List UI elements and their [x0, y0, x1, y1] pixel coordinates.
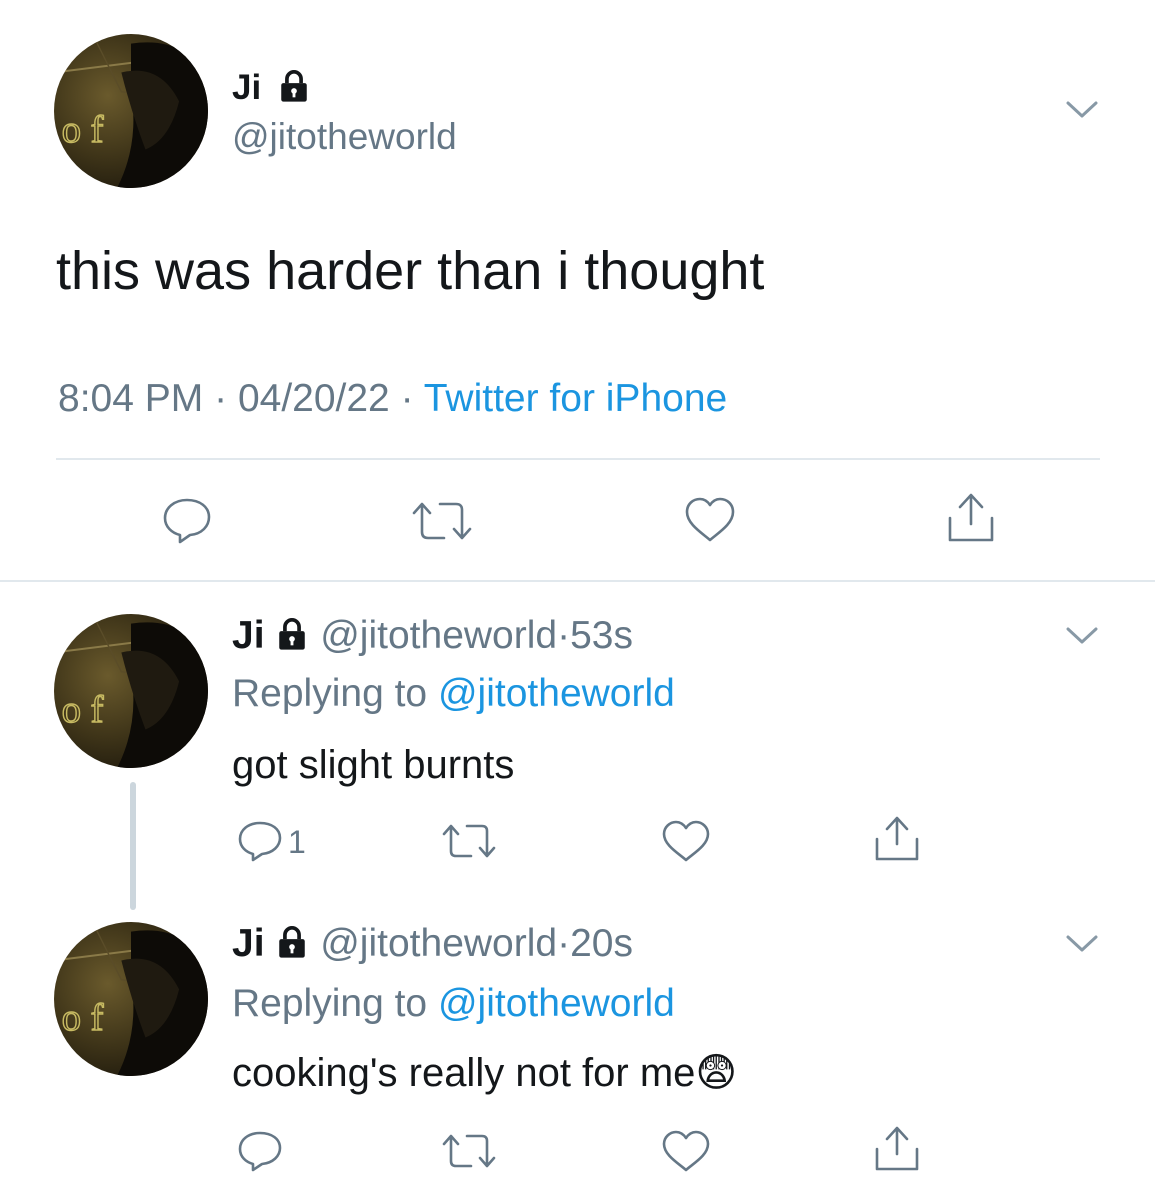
- reply-header: Ji @jitotheworld·53s: [232, 614, 633, 658]
- lock-icon: [275, 617, 309, 651]
- like-icon[interactable]: [682, 494, 738, 546]
- share-icon[interactable]: [944, 490, 998, 546]
- divider: [0, 580, 1155, 582]
- reply-text-body: cooking's really not for me: [232, 1051, 696, 1095]
- author-handle[interactable]: @jitotheworld: [320, 922, 557, 965]
- tweet-age[interactable]: 53s: [570, 614, 633, 657]
- author-name-row[interactable]: Ji: [232, 68, 311, 108]
- avatar[interactable]: [54, 614, 208, 768]
- avatar-image: [54, 922, 208, 1076]
- replying-to: Replying to @jitotheworld: [232, 672, 675, 716]
- reply-header: Ji @jitotheworld·20s: [232, 922, 633, 966]
- author-name[interactable]: Ji: [232, 68, 261, 107]
- lock-icon: [277, 69, 311, 103]
- tweet-date: 04/20/22: [237, 377, 390, 420]
- reply-icon[interactable]: [160, 494, 214, 546]
- meta-separator: ·: [214, 377, 228, 420]
- chevron-down-icon[interactable]: [1062, 930, 1102, 956]
- dot-separator: ·: [557, 922, 571, 965]
- reply-icon[interactable]: [236, 1128, 284, 1174]
- like-icon[interactable]: [660, 1128, 712, 1174]
- divider: [56, 458, 1100, 460]
- thread-line: [130, 782, 136, 910]
- replying-to-handle[interactable]: @jitotheworld: [438, 982, 675, 1025]
- avatar-image: [54, 614, 208, 768]
- meta-separator: ·: [400, 377, 414, 420]
- author-handle[interactable]: @jitotheworld: [232, 116, 457, 158]
- retweet-icon[interactable]: [410, 498, 474, 544]
- chevron-down-icon[interactable]: [1062, 96, 1102, 122]
- chevron-down-icon[interactable]: [1062, 622, 1102, 648]
- reply-icon[interactable]: [236, 818, 284, 864]
- author-name[interactable]: Ji: [232, 614, 265, 657]
- reply-text: cooking's really not for me😨: [232, 1050, 737, 1096]
- lock-icon: [275, 925, 309, 959]
- avatar[interactable]: [54, 34, 208, 188]
- replying-to: Replying to @jitotheworld: [232, 982, 675, 1026]
- reply-count: 1: [288, 824, 306, 860]
- avatar-image: [54, 34, 208, 188]
- like-icon[interactable]: [660, 818, 712, 864]
- dot-separator: ·: [557, 614, 571, 657]
- author-name[interactable]: Ji: [232, 922, 265, 965]
- tweet-meta: 8:04 PM · 04/20/22 · Twitter for iPhone: [58, 376, 727, 422]
- replying-to-label: Replying to: [232, 982, 428, 1025]
- share-icon[interactable]: [872, 1124, 922, 1174]
- retweet-icon[interactable]: [440, 1130, 498, 1172]
- retweet-icon[interactable]: [440, 820, 498, 862]
- tweet-time: 8:04 PM: [58, 377, 204, 420]
- tweet-source-link[interactable]: Twitter for iPhone: [424, 377, 727, 420]
- avatar[interactable]: [54, 922, 208, 1076]
- replying-to-handle[interactable]: @jitotheworld: [438, 672, 675, 715]
- reply-text: got slight burnts: [232, 742, 514, 788]
- tweet-age[interactable]: 20s: [570, 922, 633, 965]
- tweet-text: this was harder than i thought: [56, 241, 765, 301]
- replying-to-label: Replying to: [232, 672, 428, 715]
- author-handle[interactable]: @jitotheworld: [320, 614, 557, 657]
- reply-text-body: got slight burnts: [232, 743, 515, 787]
- share-icon[interactable]: [872, 814, 922, 864]
- reply-emoji: 😨: [695, 1051, 738, 1095]
